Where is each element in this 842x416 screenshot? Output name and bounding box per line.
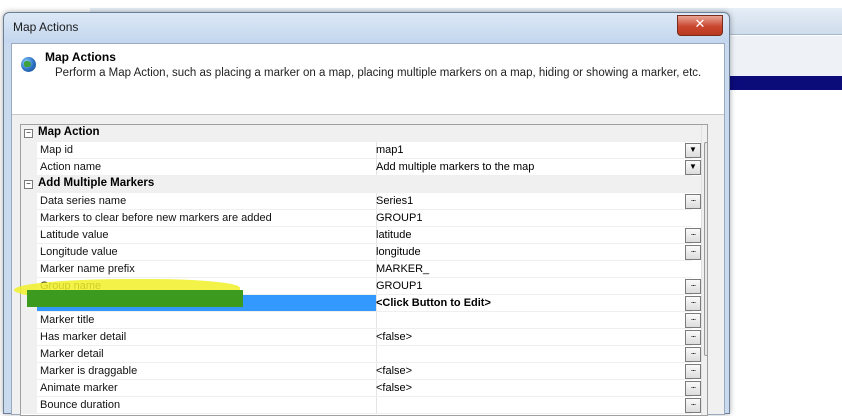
dropdown-button[interactable]: ▼ [685,160,701,175]
property-row-marker-detail[interactable]: Marker detail ... [21,346,707,363]
property-value[interactable]: longitude [373,244,692,261]
row-gutter [21,227,37,244]
property-name[interactable]: Marker title [37,312,377,329]
property-row-longitude-value[interactable]: Longitude value longitude ... [21,244,707,261]
category-map-action[interactable]: − Map Action [21,125,707,142]
property-name[interactable]: Data series name [37,193,377,210]
ellipsis-button[interactable]: ... [685,381,701,396]
property-value[interactable]: Add multiple markers to the map [373,159,692,176]
globe-icon [21,57,36,72]
property-value[interactable]: <false> [373,329,692,346]
dialog-client-area: Map Actions Perform a Map Action, such a… [11,43,725,416]
property-value[interactable]: <false> [373,380,692,397]
property-row-action-name[interactable]: Action name Add multiple markers to the … [21,159,707,176]
ellipsis-button[interactable]: ... [685,279,701,294]
row-gutter [21,312,37,329]
row-gutter [21,159,37,176]
property-name[interactable]: Marker name prefix [37,261,377,278]
property-value[interactable]: MARKER_ [373,261,692,278]
dropdown-button[interactable]: ▼ [685,143,701,158]
property-value[interactable]: <false> [373,363,692,380]
map-actions-dialog: Map Actions ✕ Map Actions Perform a Map … [3,12,730,416]
property-value[interactable]: <Click Button to Edit> [373,295,692,312]
property-value[interactable]: GROUP1 [373,210,692,227]
property-name[interactable]: Longitude value [37,244,377,261]
scroll-thumb[interactable] [704,142,708,356]
property-name[interactable]: Markers to clear before new markers are … [37,210,377,227]
property-row-bounce-duration[interactable]: Bounce duration ... [21,397,707,414]
ellipsis-button[interactable]: ... [685,364,701,379]
row-gutter [21,397,37,414]
row-gutter [21,244,37,261]
ellipsis-button[interactable]: ... [685,347,701,362]
property-row-animate-marker[interactable]: Animate marker <false> ... [21,380,707,397]
header-title: Map Actions [45,50,116,64]
property-name[interactable]: Map id [37,142,377,159]
background-panel [725,36,842,76]
row-gutter [21,329,37,346]
ellipsis-button[interactable]: ... [685,296,701,311]
category-label: Map Action [38,126,100,138]
background-selection-bar [725,76,842,90]
property-value[interactable] [373,397,692,414]
close-button[interactable]: ✕ [677,15,723,36]
green-highlight-mark [27,290,243,307]
collapse-icon[interactable]: − [24,180,33,189]
category-label: Add Multiple Markers [38,177,155,189]
property-row-data-series-name[interactable]: Data series name Series1 ... [21,193,707,210]
collapse-icon[interactable]: − [24,129,33,138]
row-gutter [21,380,37,397]
row-gutter [21,346,37,363]
property-name[interactable]: Has marker detail [37,329,377,346]
title-bar[interactable]: Map Actions ✕ [4,13,729,43]
ellipsis-button[interactable]: ... [685,228,701,243]
property-row-latitude-value[interactable]: Latitude value latitude ... [21,227,707,244]
property-value[interactable]: latitude [373,227,692,244]
property-row-marker-name-prefix[interactable]: Marker name prefix MARKER_ [21,261,707,278]
property-name[interactable]: Latitude value [37,227,377,244]
property-name[interactable]: Marker is draggable [37,363,377,380]
property-row-markers-to-clear[interactable]: Markers to clear before new markers are … [21,210,707,227]
ellipsis-button[interactable]: ... [685,398,701,413]
property-row-marker-is-draggable[interactable]: Marker is draggable <false> ... [21,363,707,380]
ellipsis-button[interactable]: ... [685,245,701,260]
category-add-multiple-markers[interactable]: − Add Multiple Markers [21,176,707,193]
row-gutter [21,142,37,159]
dialog-header: Map Actions Perform a Map Action, such a… [12,44,724,115]
ellipsis-button[interactable]: ... [685,313,701,328]
row-gutter [21,193,37,210]
property-name[interactable]: Animate marker [37,380,377,397]
vertical-scrollbar[interactable]: ▲ [701,125,708,415]
property-value[interactable]: map1 [373,142,692,159]
ellipsis-button[interactable]: ... [685,330,701,345]
row-gutter [21,363,37,380]
property-value[interactable] [373,312,692,329]
property-value[interactable]: Series1 [373,193,692,210]
property-value[interactable]: GROUP1 [373,278,692,295]
window-title: Map Actions [13,20,79,34]
property-row-has-marker-detail[interactable]: Has marker detail <false> ... [21,329,707,346]
property-value[interactable] [373,346,692,363]
row-gutter [21,261,37,278]
ellipsis-button[interactable]: ... [685,194,701,209]
header-description: Perform a Map Action, such as placing a … [55,67,702,79]
scroll-up-icon[interactable]: ▲ [702,125,708,140]
property-name[interactable]: Action name [37,159,377,176]
property-grid[interactable]: − Map Action Map id map1 ▼ Action name A… [20,124,708,416]
property-name[interactable]: Marker detail [37,346,377,363]
property-row-map-id[interactable]: Map id map1 ▼ [21,142,707,159]
row-gutter [21,210,37,227]
property-row-marker-title[interactable]: Marker title ... [21,312,707,329]
grip-icon [707,243,708,251]
property-name[interactable]: Bounce duration [37,397,377,414]
